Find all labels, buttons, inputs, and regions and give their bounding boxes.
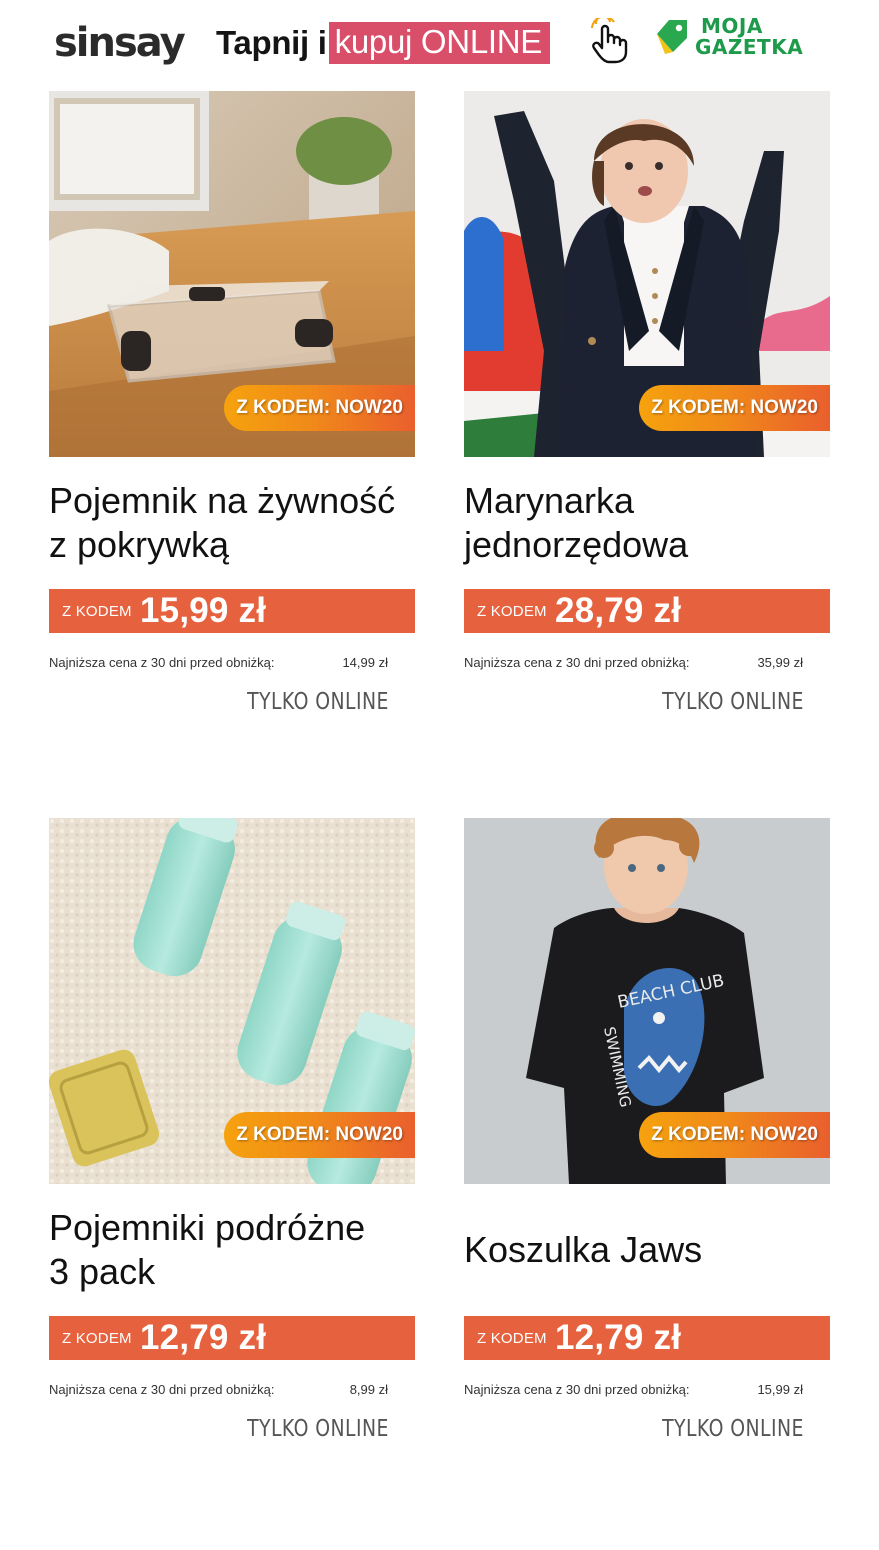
lowest-price-value: 35,99 zł bbox=[757, 655, 803, 670]
price-code-label: Z KODEM bbox=[477, 602, 547, 620]
lowest-price-note: Najniższa cena z 30 dni przed obniżką: 3… bbox=[464, 655, 830, 670]
gazetka-text: MOJA GAZETKA bbox=[695, 16, 803, 58]
lowest-price-label: Najniższa cena z 30 dni przed obniżką: bbox=[49, 1382, 275, 1397]
product-title-line-2: 3 pack bbox=[49, 1251, 156, 1292]
product-title[interactable]: Marynarka jednorzędowa bbox=[464, 477, 830, 569]
lowest-price-label: Najniższa cena z 30 dni przed obniżką: bbox=[49, 655, 275, 670]
product-title-line-1: Koszulka Jaws bbox=[464, 1229, 703, 1270]
product-title-line-1: Pojemniki podróżne bbox=[49, 1207, 366, 1248]
price-bar: Z KODEM 15,99 zł bbox=[49, 589, 415, 633]
sinsay-logo[interactable]: sinsay bbox=[54, 18, 194, 68]
product-title[interactable]: Koszulka Jaws bbox=[464, 1204, 830, 1296]
discount-code-badge: Z KODEM: NOW20 bbox=[639, 1112, 830, 1158]
header: sinsay Tapnij i kupuj ONLINE MOJA GAZETK… bbox=[0, 0, 879, 88]
logo-text: sinsay bbox=[54, 20, 186, 66]
discount-code-badge: Z KODEM: NOW20 bbox=[224, 385, 415, 431]
lowest-price-note: Najniższa cena z 30 dni przed obniżką: 1… bbox=[464, 1382, 830, 1397]
product-image-tshirt[interactable]: BEACH CLUB SWIMMING Z KODEM: NOW20 bbox=[464, 818, 830, 1184]
price-bar: Z KODEM 12,79 zł bbox=[49, 1316, 415, 1360]
price-value: 12,79 zł bbox=[555, 1318, 682, 1357]
lowest-price-label: Najniższa cena z 30 dni przed obniżką: bbox=[464, 655, 690, 670]
online-only-label: TYLKO ONLINE bbox=[247, 689, 389, 715]
price-value: 15,99 zł bbox=[140, 591, 267, 630]
price-bar: Z KODEM 12,79 zł bbox=[464, 1316, 830, 1360]
gazetka-line-2: GAZETKA bbox=[695, 35, 804, 59]
product-title[interactable]: Pojemniki podróżne 3 pack bbox=[49, 1204, 415, 1296]
lowest-price-value: 8,99 zł bbox=[349, 1382, 388, 1397]
tagline[interactable]: Tapnij i kupuj ONLINE bbox=[216, 19, 550, 67]
online-only-label: TYLKO ONLINE bbox=[247, 1416, 389, 1442]
price-code-label: Z KODEM bbox=[62, 602, 132, 620]
product-image-blazer[interactable]: Z KODEM: NOW20 bbox=[464, 91, 830, 457]
tagline-plain: Tapnij i bbox=[216, 24, 327, 61]
product-title-line-2: jednorzędowa bbox=[464, 524, 689, 565]
pointer-hand-icon bbox=[590, 14, 632, 64]
online-only-label: TYLKO ONLINE bbox=[662, 689, 804, 715]
discount-code-badge: Z KODEM: NOW20 bbox=[224, 1112, 415, 1158]
product-image-food-container[interactable]: Z KODEM: NOW20 bbox=[49, 91, 415, 457]
lowest-price-value: 15,99 zł bbox=[757, 1382, 803, 1397]
product-title-line-1: Marynarka bbox=[464, 480, 635, 521]
price-bar: Z KODEM 28,79 zł bbox=[464, 589, 830, 633]
price-code-label: Z KODEM bbox=[477, 1329, 547, 1347]
discount-code-badge: Z KODEM: NOW20 bbox=[639, 385, 830, 431]
lowest-price-note: Najniższa cena z 30 dni przed obniżką: 1… bbox=[49, 655, 415, 670]
product-title-line-2: z pokrywką bbox=[49, 524, 230, 565]
moja-gazetka-logo[interactable]: MOJA GAZETKA bbox=[653, 16, 829, 62]
price-code-label: Z KODEM bbox=[62, 1329, 132, 1347]
product-image-travel-bottles[interactable]: Z KODEM: NOW20 bbox=[49, 818, 415, 1184]
online-only-label: TYLKO ONLINE bbox=[662, 1416, 804, 1442]
tagline-highlight: kupuj ONLINE bbox=[328, 22, 550, 64]
price-value: 12,79 zł bbox=[140, 1318, 267, 1357]
price-value: 28,79 zł bbox=[555, 591, 682, 630]
product-title[interactable]: Pojemnik na żywność z pokrywką bbox=[49, 477, 415, 569]
gazetka-line-1: MOJA bbox=[701, 14, 763, 38]
lowest-price-note: Najniższa cena z 30 dni przed obniżką: 8… bbox=[49, 1382, 415, 1397]
lowest-price-value: 14,99 zł bbox=[342, 655, 388, 670]
lowest-price-label: Najniższa cena z 30 dni przed obniżką: bbox=[464, 1382, 690, 1397]
product-title-line-1: Pojemnik na żywność bbox=[49, 480, 396, 521]
